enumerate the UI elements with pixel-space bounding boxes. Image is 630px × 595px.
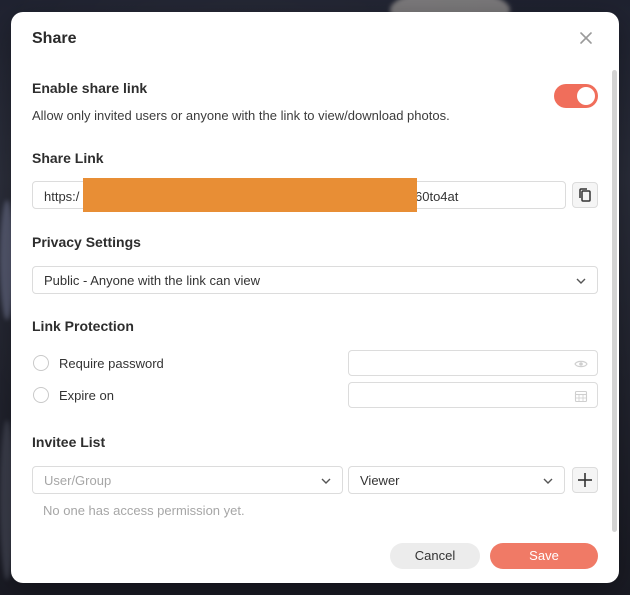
enable-share-link-title: Enable share link: [32, 80, 148, 96]
chevron-down-icon: [321, 478, 331, 484]
share-link-title: Share Link: [32, 150, 104, 166]
expire-date-input[interactable]: [348, 382, 598, 408]
calendar-icon[interactable]: [574, 389, 588, 403]
enable-share-link-description: Allow only invited users or anyone with …: [32, 108, 450, 123]
chevron-down-icon: [543, 478, 553, 484]
share-link-prefix: https:/: [44, 189, 80, 204]
require-password-label: Require password: [59, 356, 164, 371]
expire-on-radio[interactable]: [33, 387, 49, 403]
cancel-button[interactable]: Cancel: [390, 543, 480, 569]
plus-icon: [578, 473, 592, 487]
share-link-field[interactable]: https:/ 60to4at: [32, 178, 566, 212]
dialog-title: Share: [32, 30, 77, 47]
link-protection-title: Link Protection: [32, 318, 134, 334]
copy-icon: [579, 188, 591, 202]
require-password-radio[interactable]: [33, 355, 49, 371]
redaction-block: [83, 178, 417, 212]
close-icon: [580, 32, 592, 44]
share-link-suffix: 60to4at: [415, 189, 459, 204]
invitee-empty-message: No one has access permission yet.: [43, 503, 245, 518]
chevron-down-icon: [576, 278, 586, 284]
user-group-select[interactable]: User/Group: [32, 466, 343, 494]
user-group-placeholder: User/Group: [44, 473, 112, 488]
invitee-list-title: Invitee List: [32, 434, 106, 450]
scrollbar[interactable]: [612, 70, 617, 532]
privacy-selected-value: Public - Anyone with the link can view: [44, 273, 261, 288]
toggle-knob: [577, 87, 595, 105]
eye-icon[interactable]: [574, 357, 588, 371]
role-select[interactable]: Viewer: [348, 466, 565, 494]
share-link-toggle[interactable]: [554, 84, 598, 108]
close-button[interactable]: [577, 29, 595, 47]
privacy-select[interactable]: Public - Anyone with the link can view: [32, 266, 598, 294]
share-dialog: Share Enable share link Allow only invit…: [11, 12, 619, 583]
dialog-header: Share: [11, 12, 619, 64]
copy-link-button[interactable]: [572, 182, 598, 208]
expire-on-label: Expire on: [59, 388, 114, 403]
role-selected-value: Viewer: [360, 473, 400, 488]
password-input[interactable]: [348, 350, 598, 376]
privacy-settings-title: Privacy Settings: [32, 234, 141, 250]
save-button[interactable]: Save: [490, 543, 598, 569]
add-invitee-button[interactable]: [572, 467, 598, 493]
